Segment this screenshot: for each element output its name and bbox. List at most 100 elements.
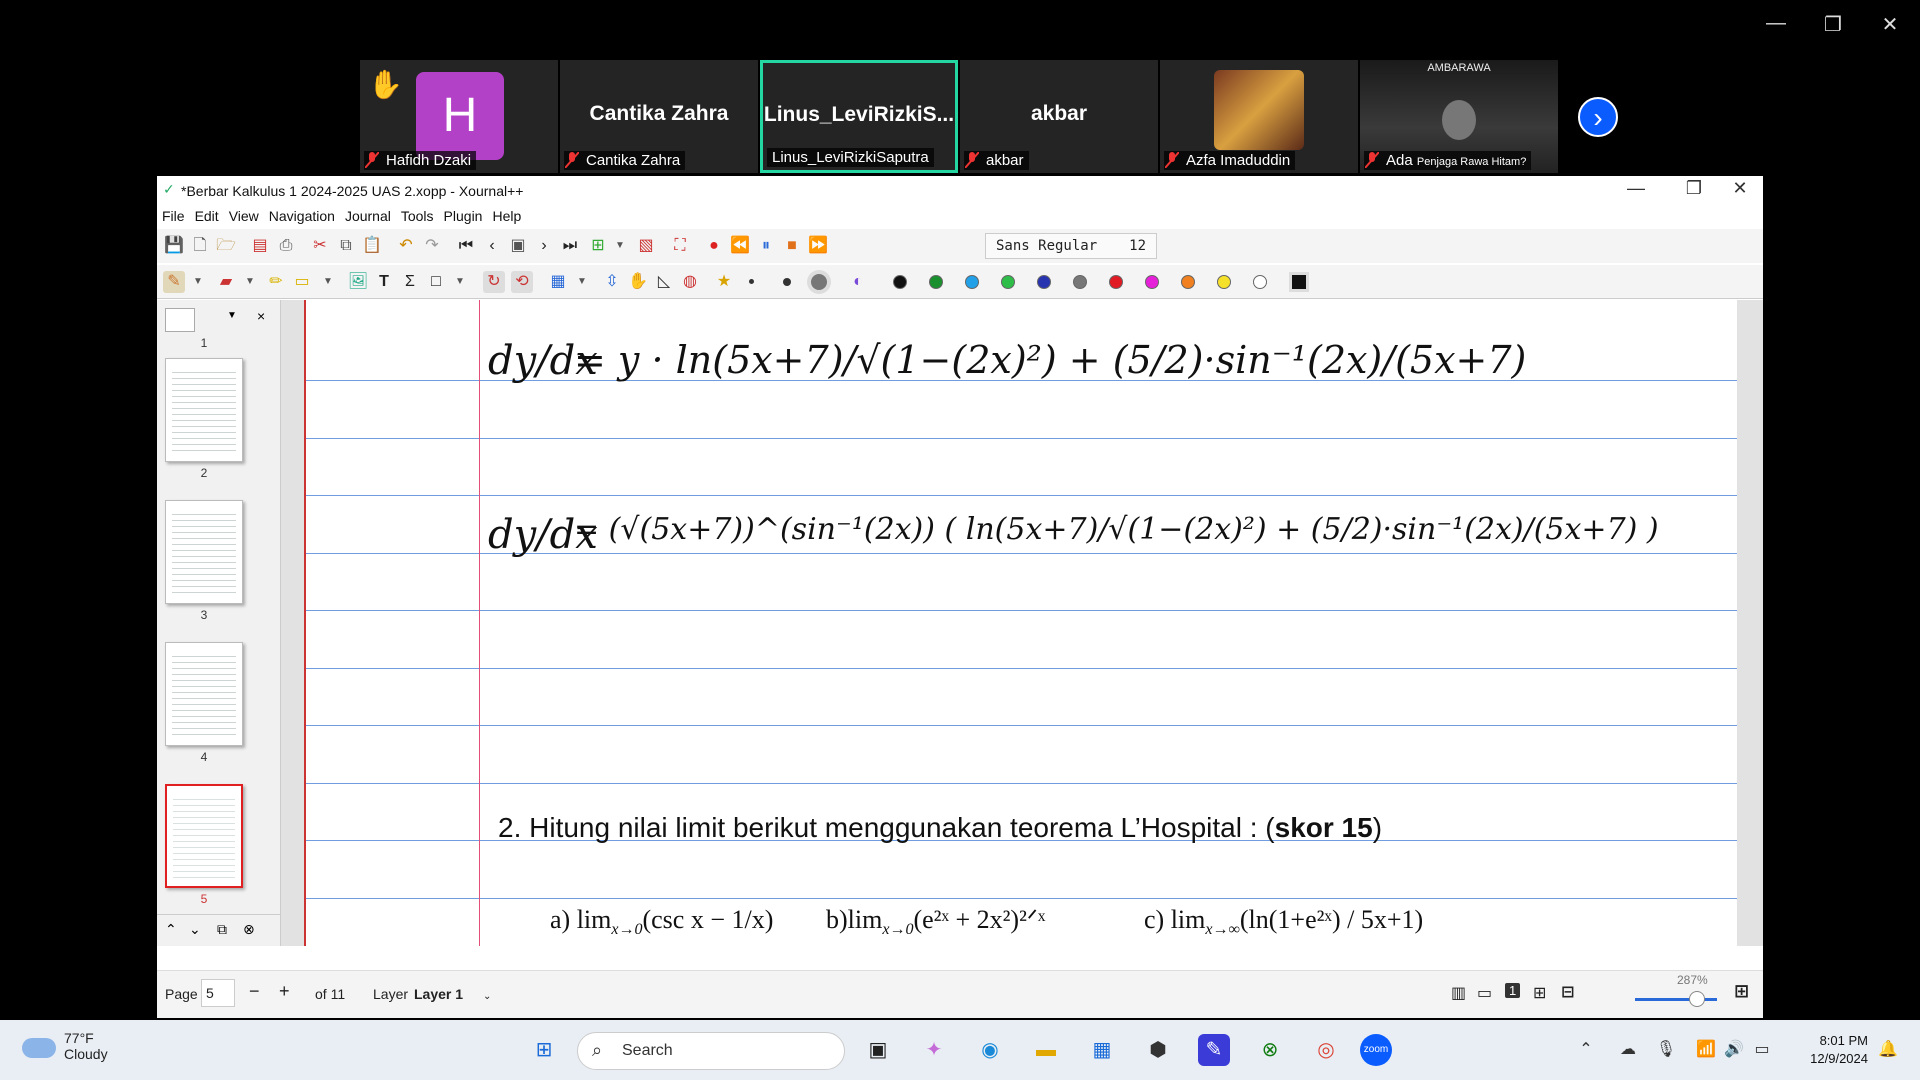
- close-button[interactable]: ✕: [1870, 12, 1910, 37]
- fill-icon[interactable]: ◐: [847, 271, 869, 293]
- select-dropdown-icon[interactable]: ▼: [317, 271, 339, 293]
- page-thumbnail[interactable]: [165, 358, 243, 462]
- move-page-down-icon[interactable]: ⌄: [189, 921, 201, 938]
- image-icon[interactable]: 🖼: [347, 271, 369, 293]
- document-page[interactable]: dy/dx = y · ln(5x+7)/√(1−(2x)²) + (5/2)·…: [304, 300, 1737, 946]
- window-close-button[interactable]: ✕: [1717, 178, 1763, 199]
- color-swatch[interactable]: [1109, 275, 1123, 289]
- menu-navigation[interactable]: Navigation: [264, 206, 340, 226]
- pen-icon[interactable]: ✎: [163, 271, 185, 293]
- menu-edit[interactable]: Edit: [190, 206, 224, 226]
- two-page-view-icon[interactable]: ▥: [1451, 983, 1466, 1003]
- participant-tile[interactable]: ✋ H Hafidh Dzaki: [360, 60, 558, 173]
- participant-tile[interactable]: akbar akbar: [960, 60, 1158, 173]
- file-explorer-icon[interactable]: ▬: [1030, 1034, 1062, 1066]
- export-pdf-icon[interactable]: ▤: [249, 235, 271, 257]
- hand-tool-icon[interactable]: ✋: [627, 271, 649, 293]
- menu-journal[interactable]: Journal: [340, 206, 396, 226]
- copy-page-icon[interactable]: ⧉: [217, 921, 227, 938]
- next-page-arrow-icon[interactable]: ›: [1578, 97, 1618, 137]
- open-folder-icon[interactable]: 🗁: [215, 235, 237, 257]
- clock[interactable]: 8:01 PM 12/9/2024: [1810, 1032, 1868, 1068]
- color-swatch[interactable]: [1217, 275, 1231, 289]
- zoom-in-button[interactable]: ⊞: [1734, 981, 1749, 1002]
- undo-icon[interactable]: ↶: [395, 235, 417, 257]
- edge-icon[interactable]: ◉: [974, 1034, 1006, 1066]
- compass-icon[interactable]: ◍: [679, 271, 701, 293]
- page-decrement-button[interactable]: −: [249, 981, 260, 1002]
- pause-icon[interactable]: ⏸: [755, 235, 777, 257]
- participant-tile[interactable]: Azfa Imaduddin: [1160, 60, 1358, 173]
- notification-bell-icon[interactable]: 🔔: [1872, 1034, 1904, 1066]
- save-icon[interactable]: 💾: [163, 235, 185, 257]
- task-view-icon[interactable]: ▣: [862, 1034, 894, 1066]
- menu-view[interactable]: View: [224, 206, 264, 226]
- page-thumbnail-selected[interactable]: [165, 784, 243, 888]
- participant-tile[interactable]: AMBARAWA Ada Penjaga Rawa Hitam?: [1360, 60, 1558, 173]
- color-swatch[interactable]: [1253, 275, 1267, 289]
- participant-tile[interactable]: Cantika Zahra Cantika Zahra: [560, 60, 758, 173]
- start-button-icon[interactable]: ⊞: [528, 1034, 560, 1066]
- zoom-out-button[interactable]: ⊟: [1561, 982, 1574, 1002]
- restore-button[interactable]: ❐: [1813, 12, 1853, 37]
- rewind-icon[interactable]: ⏪: [729, 235, 751, 257]
- window-minimize-button[interactable]: —: [1613, 178, 1659, 199]
- grid-dropdown-icon[interactable]: ▼: [571, 271, 593, 293]
- goto-page-icon[interactable]: ▣: [507, 235, 529, 257]
- page-thumbnail[interactable]: [165, 500, 243, 604]
- custom-color-button[interactable]: [1289, 272, 1309, 292]
- menu-help[interactable]: Help: [487, 206, 526, 226]
- latex-icon[interactable]: Σ: [399, 271, 421, 293]
- layer-dropdown-icon[interactable]: ⌄: [483, 991, 491, 1002]
- cut-icon[interactable]: ✂: [309, 235, 331, 257]
- thin-line-icon[interactable]: [749, 279, 754, 284]
- zoom-100-icon[interactable]: 1: [1505, 983, 1521, 998]
- chrome-icon[interactable]: ◎: [1310, 1034, 1342, 1066]
- add-page-dropdown-icon[interactable]: ▼: [609, 235, 631, 257]
- font-selector[interactable]: Sans Regular 12: [985, 233, 1157, 259]
- page-increment-button[interactable]: +: [279, 981, 290, 1002]
- first-page-icon[interactable]: ⏮: [455, 235, 477, 257]
- highlighter-icon[interactable]: ✏: [265, 271, 287, 293]
- shape-icon[interactable]: □: [425, 271, 447, 293]
- eraser-icon[interactable]: ▰: [215, 271, 237, 293]
- copy-icon[interactable]: ⧉: [335, 235, 357, 257]
- minimize-button[interactable]: —: [1756, 12, 1796, 35]
- previous-page-icon[interactable]: ‹: [481, 235, 503, 257]
- medium-line-icon[interactable]: [783, 278, 791, 286]
- shape-recognizer-icon[interactable]: ↻: [483, 271, 505, 293]
- zoom-fit-icon[interactable]: ⊞: [1533, 983, 1546, 1003]
- pen-app-icon[interactable]: ✎: [1198, 1034, 1230, 1066]
- participant-tile-active-speaker[interactable]: Linus_LeviRizkiS... Linus_LeviRizkiSaput…: [760, 60, 958, 173]
- color-swatch[interactable]: [1073, 275, 1087, 289]
- fullscreen-icon[interactable]: ⛶: [669, 235, 691, 257]
- pen-dropdown-icon[interactable]: ▼: [187, 271, 209, 293]
- redo-icon[interactable]: ↷: [421, 235, 443, 257]
- menu-tools[interactable]: Tools: [396, 206, 439, 226]
- microphone-icon[interactable]: 🎙: [1650, 1034, 1682, 1066]
- copilot-icon[interactable]: ✦: [918, 1034, 950, 1066]
- zoom-app-icon[interactable]: zoom: [1360, 1034, 1392, 1066]
- delete-page-icon[interactable]: ▧: [635, 235, 657, 257]
- color-swatch[interactable]: [1001, 275, 1015, 289]
- menu-file[interactable]: File: [157, 206, 190, 226]
- color-swatch[interactable]: [893, 275, 907, 289]
- sidebar-layout-button[interactable]: [165, 308, 195, 332]
- text-tool-icon[interactable]: T: [373, 271, 395, 293]
- weather-widget[interactable]: 77°F Cloudy: [64, 1030, 108, 1062]
- menu-plugin[interactable]: Plugin: [439, 206, 488, 226]
- vertical-space-icon[interactable]: ⇳: [601, 271, 623, 293]
- delete-page-icon[interactable]: ⊗: [243, 921, 255, 938]
- window-restore-button[interactable]: ❐: [1671, 178, 1717, 199]
- select-region-icon[interactable]: ▭: [291, 271, 313, 293]
- onedrive-icon[interactable]: ☁: [1612, 1034, 1644, 1066]
- sidebar-dropdown-icon[interactable]: ▼: [227, 310, 237, 321]
- battery-icon[interactable]: ▭: [1746, 1034, 1778, 1066]
- sidebar-close-icon[interactable]: ×: [257, 308, 265, 324]
- eraser-dropdown-icon[interactable]: ▼: [239, 271, 261, 293]
- page-number-input[interactable]: 5: [201, 979, 235, 1007]
- last-page-icon[interactable]: ⏭: [559, 235, 581, 257]
- color-swatch[interactable]: [1145, 275, 1159, 289]
- next-page-icon[interactable]: ›: [533, 235, 555, 257]
- color-swatch[interactable]: [1037, 275, 1051, 289]
